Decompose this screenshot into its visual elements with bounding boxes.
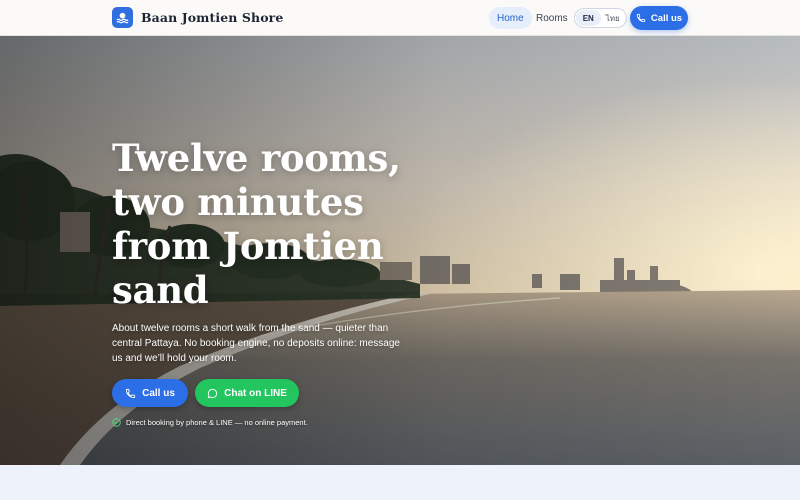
site-header: Baan Jomtien Shore Home Rooms EN ไทย Cal… [0,0,800,36]
beach-waves-icon [112,7,133,28]
brand-name: Baan Jomtien Shore [141,10,284,25]
phone-icon [125,388,136,399]
lang-th-button[interactable]: ไทย [601,10,626,26]
nav-home-link[interactable]: Home [489,7,532,29]
header-call-label: Call us [650,12,683,24]
hero-call-label: Call us [142,387,175,399]
chat-on-line-button[interactable]: Chat on LINE [195,379,299,407]
hero-section: Twelve rooms, two minutes from Jomtien s… [0,36,800,465]
hero-call-button[interactable]: Call us [112,379,188,407]
brand-link[interactable]: Baan Jomtien Shore [112,7,283,28]
chat-bubble-icon [207,388,218,399]
nav-rooms-link[interactable]: Rooms [528,7,576,29]
booking-note: Direct booking by phone & LINE — no onli… [112,418,308,427]
phone-icon [636,13,646,23]
booking-note-text: Direct booking by phone & LINE — no onli… [126,418,308,427]
lang-en-button[interactable]: EN [576,10,601,26]
header-call-button[interactable]: Call us [630,6,688,30]
hero-lead-text: About twelve rooms a short walk from the… [112,323,400,364]
check-circle-icon [112,418,121,427]
language-switcher: EN ไทย [574,8,627,28]
chat-on-line-label: Chat on LINE [224,387,287,399]
hero-title: Twelve rooms, two minutes from Jomtien s… [112,136,401,312]
